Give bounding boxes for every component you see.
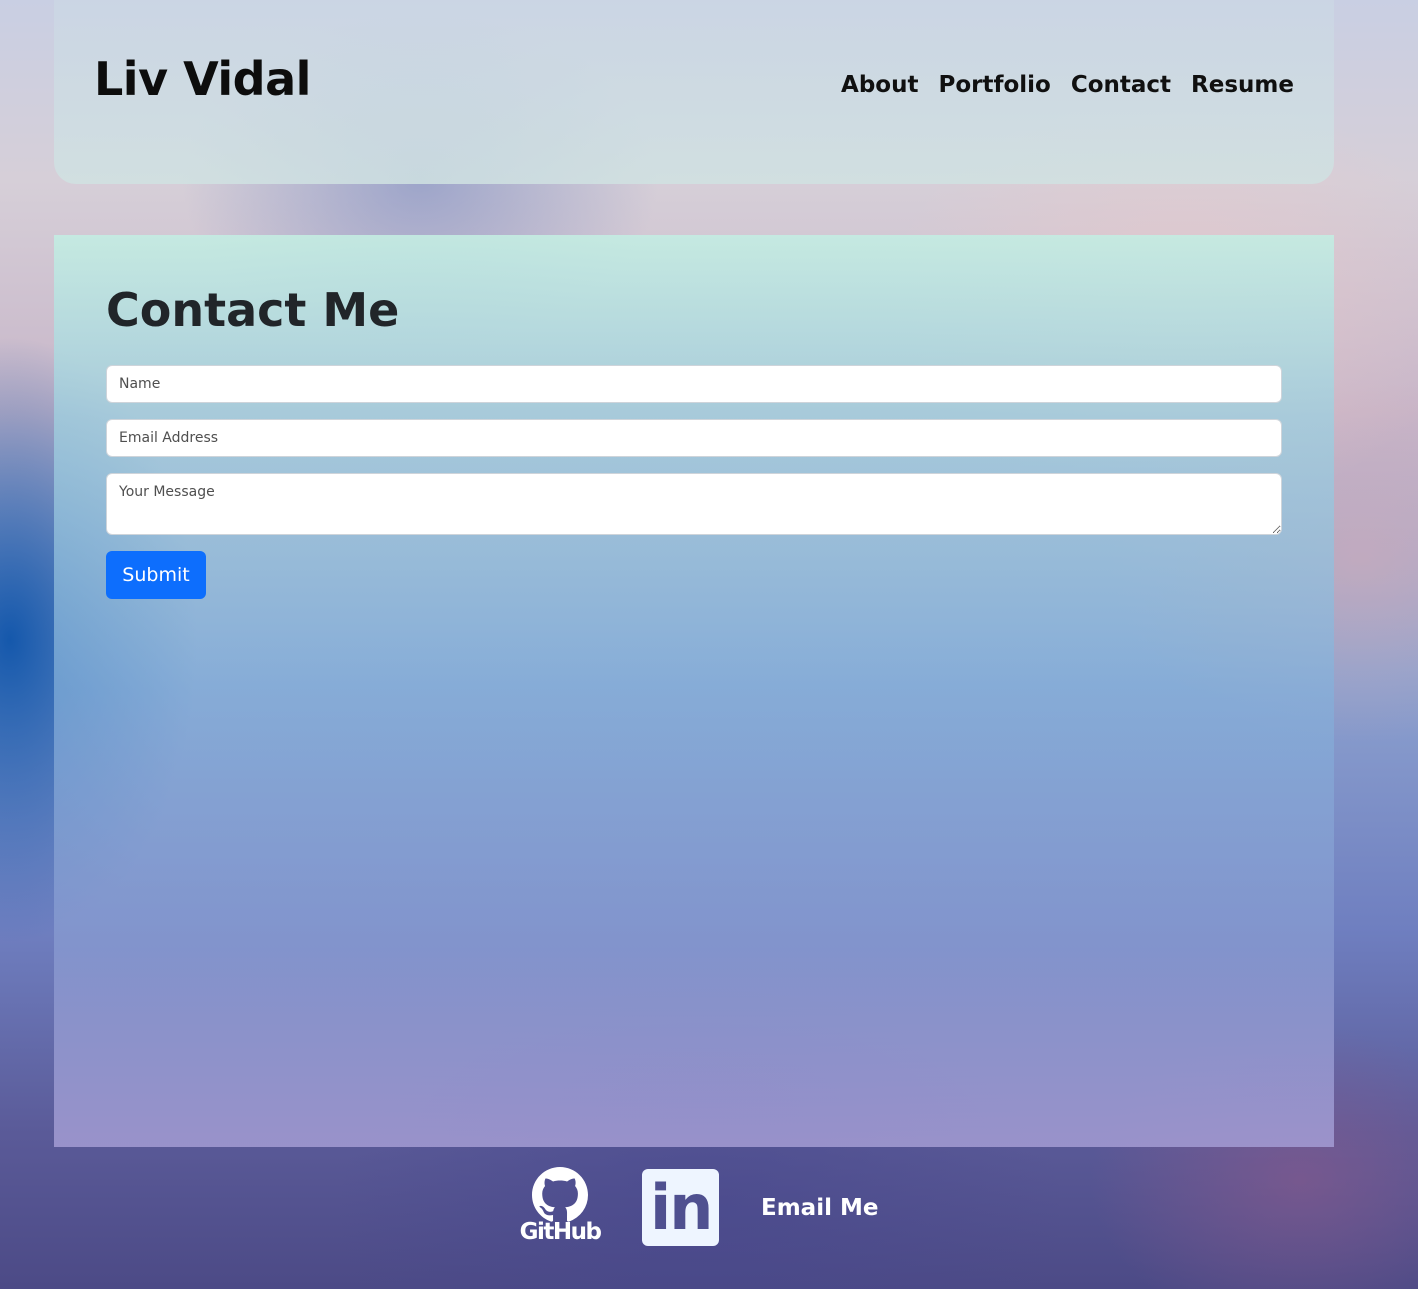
contact-section: Contact Me Submit (54, 235, 1334, 1147)
github-link[interactable]: GitHub (516, 1167, 604, 1251)
nav-link-resume[interactable]: Resume (1191, 72, 1294, 98)
nav-link-portfolio[interactable]: Portfolio (938, 72, 1050, 98)
linkedin-icon: in (642, 1169, 719, 1246)
linkedin-link[interactable]: in (642, 1169, 719, 1246)
site-title: Liv Vidal (94, 52, 311, 106)
linkedin-glyph: in (650, 1171, 713, 1244)
main-nav: About Portfolio Contact Resume (841, 72, 1294, 98)
github-label: GitHub (519, 1219, 602, 1245)
message-field[interactable] (106, 473, 1282, 535)
github-icon (532, 1167, 588, 1222)
email-field[interactable] (106, 419, 1282, 457)
submit-button[interactable]: Submit (106, 551, 206, 599)
email-me-link[interactable]: Email Me (761, 1195, 878, 1221)
nav-link-about[interactable]: About (841, 72, 918, 98)
page-title: Contact Me (106, 283, 400, 337)
site-footer: GitHub in Email Me (0, 1147, 1418, 1289)
nav-link-contact[interactable]: Contact (1071, 72, 1171, 98)
site-header: Liv Vidal About Portfolio Contact Resume (54, 0, 1334, 184)
name-field[interactable] (106, 365, 1282, 403)
